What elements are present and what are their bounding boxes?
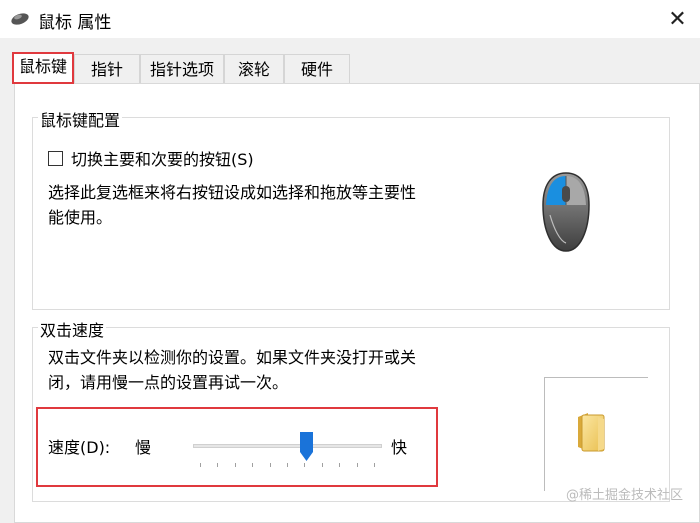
double-click-test-area[interactable] (544, 377, 648, 491)
close-button[interactable]: ✕ (655, 0, 700, 38)
tab-hardware[interactable]: 硬件 (284, 54, 350, 83)
slider-tick (217, 463, 218, 467)
slider-tick (374, 463, 375, 467)
slider-tick (270, 463, 271, 467)
close-icon: ✕ (668, 6, 687, 32)
switch-buttons-option[interactable]: 切换主要和次要的按钮(S) (48, 146, 254, 170)
switch-buttons-checkbox[interactable] (48, 150, 63, 166)
button-config-description: 选择此复选框来将右按钮设成如选择和拖放等主要性 能使用。 (48, 183, 417, 227)
mouse-illustration-icon (540, 171, 592, 257)
slider-tick (357, 463, 358, 467)
button-config-title: 鼠标键配置 (38, 107, 123, 131)
watermark: @稀土掘金技术社区 (566, 488, 684, 503)
tab-pointers[interactable]: 指针 (74, 54, 140, 83)
slider-tick (287, 463, 288, 467)
slider-tick (252, 463, 253, 467)
speed-slider-thumb[interactable] (300, 432, 313, 462)
fast-label: 快 (391, 438, 408, 457)
slow-label: 慢 (135, 438, 152, 457)
window-title: 鼠标 属性 (38, 13, 112, 33)
slider-tick (339, 463, 340, 467)
slider-tick (200, 463, 201, 467)
speed-slider-track[interactable] (193, 444, 382, 448)
folder-icon[interactable] (574, 411, 606, 457)
tab-buttons[interactable]: 鼠标键 (12, 52, 74, 84)
double-click-description: 双击文件夹以检测你的设置。如果文件夹没打开或关 闭，请用慢一点的设置再试一次。 (48, 348, 417, 392)
slider-tick (235, 463, 236, 467)
tab-wheel[interactable]: 滚轮 (224, 54, 284, 83)
switch-buttons-label: 切换主要和次要的按钮(S) (71, 150, 254, 169)
speed-label: 速度(D): (48, 438, 111, 457)
double-click-title: 双击速度 (38, 317, 107, 341)
slider-tick (322, 463, 323, 467)
slider-tick (304, 463, 305, 467)
title-bar: 鼠标 属性 ✕ (0, 0, 700, 38)
tab-pointer-options[interactable]: 指针选项 (140, 54, 224, 83)
speed-slider-ticks (200, 463, 375, 467)
mouse-icon (10, 11, 30, 30)
